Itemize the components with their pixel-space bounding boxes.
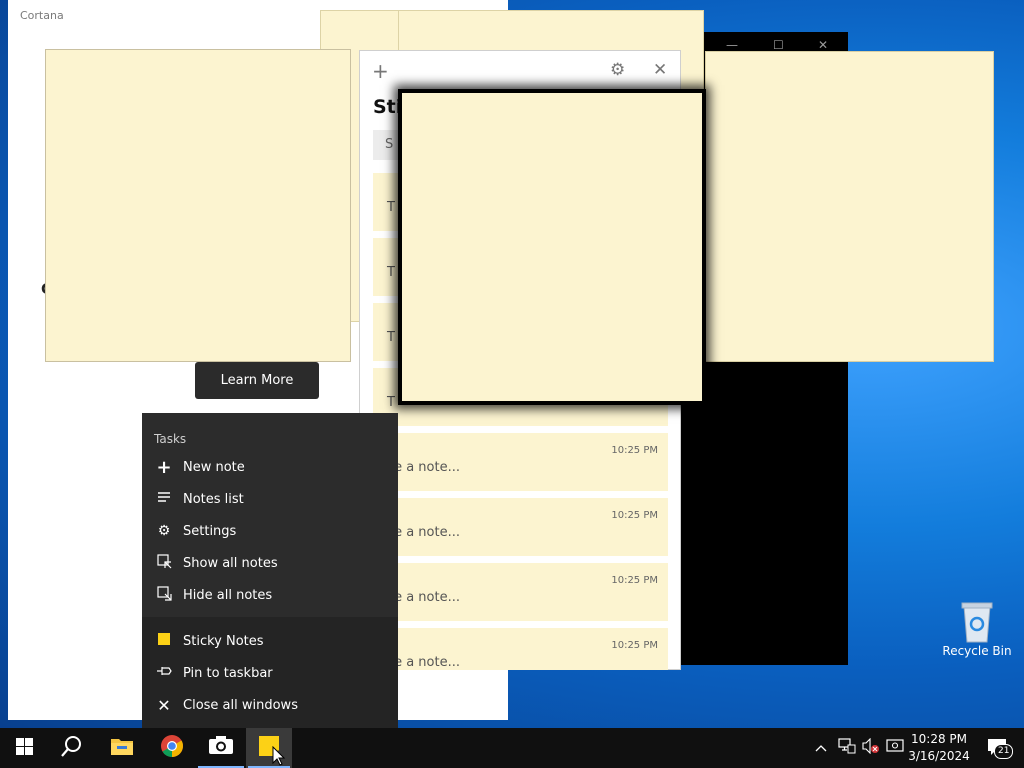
plus-icon: +: [156, 456, 172, 478]
maximize-icon[interactable]: ☐: [773, 38, 784, 52]
jump-list-item-label: Sticky Notes: [183, 633, 264, 649]
jump-list-tasks-label: Tasks: [154, 432, 187, 446]
jump-list-item-label: Pin to taskbar: [183, 665, 273, 681]
taskbar: 10:28 PM 3/16/2024 21: [0, 728, 1024, 768]
note-card-time: 10:25 PM: [611, 640, 658, 651]
note-card[interactable]: 10:25 PM ke a note...: [373, 498, 668, 556]
note-card-time: 10:25 PM: [611, 510, 658, 521]
sticky-notes-jump-list: Tasks + New note Notes list ⚙ Settings S…: [142, 413, 398, 728]
settings-gear-icon[interactable]: ⚙: [610, 60, 625, 80]
jump-list-show-all-notes[interactable]: Show all notes: [142, 548, 398, 578]
taskbar-camera[interactable]: [198, 728, 244, 768]
minimize-icon[interactable]: —: [726, 38, 738, 52]
clock-date: 3/16/2024: [908, 749, 970, 763]
taskbar-file-explorer[interactable]: [98, 728, 146, 768]
sticky-note-right[interactable]: [705, 51, 994, 362]
jump-list-item-label: Settings: [183, 523, 237, 539]
close-icon: ✕: [157, 695, 171, 715]
jump-list-item-label: Hide all notes: [183, 587, 273, 603]
sticky-note-focused[interactable]: [398, 89, 706, 405]
windows-logo-icon: [15, 737, 33, 759]
folder-icon: [110, 736, 134, 760]
network-icon: [838, 738, 856, 758]
camera-icon: [208, 735, 234, 759]
volume-status[interactable]: [862, 728, 880, 768]
recycle-bin-shortcut[interactable]: Recycle Bin: [942, 600, 1012, 658]
jump-list-close-all-windows[interactable]: ✕ Close all windows: [142, 690, 398, 720]
pin-icon: [155, 665, 173, 681]
note-card-time: 10:25 PM: [611, 445, 658, 456]
sticky-note-left[interactable]: [45, 49, 351, 362]
note-card-text: T: [387, 265, 395, 280]
action-center-button[interactable]: 21: [983, 728, 1014, 768]
close-icon[interactable]: ✕: [818, 38, 828, 52]
note-card-text: T: [387, 330, 395, 345]
jump-list-item-label: Show all notes: [183, 555, 278, 571]
show-notes-icon: [155, 553, 173, 573]
search-button[interactable]: [48, 728, 96, 768]
sticky-notes-icon: [155, 633, 173, 649]
jump-list-sticky-notes-app[interactable]: Sticky Notes: [142, 626, 398, 656]
jump-list-pin-to-taskbar[interactable]: Pin to taskbar: [142, 658, 398, 688]
input-indicator[interactable]: [886, 728, 904, 768]
note-card[interactable]: 10:25 PM ke a note...: [373, 628, 668, 670]
chrome-icon: [160, 734, 184, 762]
network-status[interactable]: [838, 728, 856, 768]
note-card-time: 10:25 PM: [611, 575, 658, 586]
start-button[interactable]: [0, 728, 48, 768]
cortana-window-title: Cortana: [20, 9, 64, 22]
recycle-bin-icon: [960, 600, 994, 644]
jump-list-hide-all-notes[interactable]: Hide all notes: [142, 580, 398, 610]
display-settings-icon: [886, 738, 904, 758]
taskbar-chrome[interactable]: [148, 728, 196, 768]
show-hidden-icons-button[interactable]: [815, 728, 827, 768]
search-icon: [61, 735, 83, 761]
volume-muted-icon: [862, 737, 880, 758]
note-card[interactable]: 10:25 PM ke a note...: [373, 433, 668, 491]
close-icon[interactable]: ✕: [653, 60, 667, 80]
jump-list-item-label: Close all windows: [183, 697, 298, 713]
note-card-text: T: [387, 395, 395, 410]
new-note-icon[interactable]: +: [372, 59, 389, 83]
jump-list-settings[interactable]: ⚙ Settings: [142, 516, 398, 546]
jump-list-item-label: New note: [183, 459, 245, 475]
jump-list-notes-list[interactable]: Notes list: [142, 484, 398, 514]
notification-icon: 21: [987, 738, 1014, 759]
note-card-text: T: [387, 200, 395, 215]
list-icon: [155, 491, 173, 507]
learn-more-button[interactable]: Learn More: [195, 362, 319, 399]
gear-icon: ⚙: [157, 523, 171, 539]
taskbar-clock[interactable]: 10:28 PM 3/16/2024: [905, 731, 973, 765]
recycle-bin-label: Recycle Bin: [942, 644, 1012, 658]
clock-time: 10:28 PM: [911, 732, 967, 746]
hide-notes-icon: [155, 585, 173, 605]
jump-list-item-label: Notes list: [183, 491, 244, 507]
jump-list-new-note[interactable]: + New note: [142, 452, 398, 482]
note-card[interactable]: 10:25 PM ke a note...: [373, 563, 668, 621]
notification-count-badge: 21: [994, 744, 1014, 759]
chevron-up-icon: [815, 741, 827, 756]
